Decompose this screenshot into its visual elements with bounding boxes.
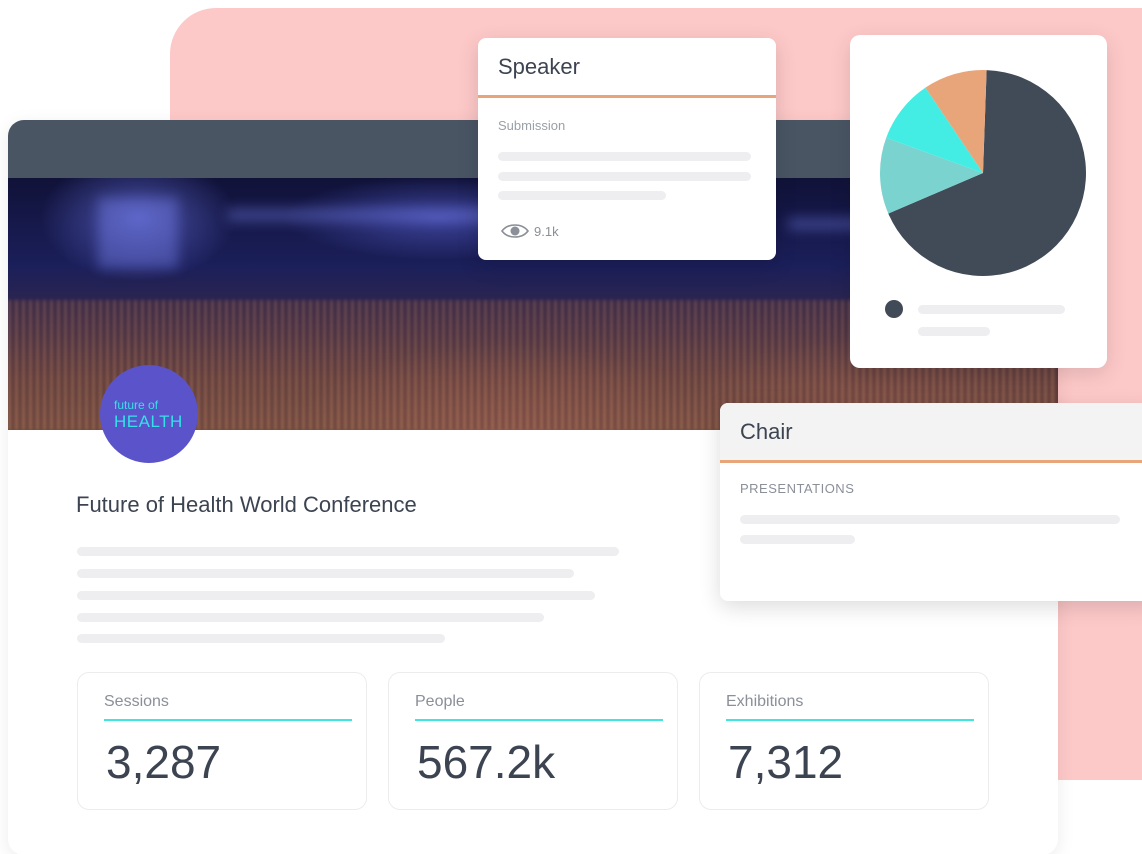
placeholder-line: [77, 613, 544, 622]
placeholder-line: [918, 327, 990, 336]
chair-card-subtitle: PRESENTATIONS: [740, 481, 855, 496]
placeholder-line: [77, 591, 595, 600]
placeholder-line: [740, 535, 855, 544]
pie-chart: [880, 70, 1086, 276]
stat-label: People: [415, 693, 465, 710]
views-count-text: 9.1k: [534, 223, 559, 239]
eye-icon: [500, 224, 530, 238]
placeholder-line: [918, 305, 1065, 314]
placeholder-line: [498, 191, 666, 200]
logo-big-text: HEALTH: [114, 411, 183, 431]
speaker-card[interactable]: Speaker Submission 9.1k: [478, 38, 776, 260]
logo-small-text: future of: [114, 397, 159, 412]
stat-card-people[interactable]: People 567.2k: [388, 672, 678, 810]
stat-value: 567.2k: [417, 736, 556, 788]
chair-card-title: Chair: [720, 403, 1142, 463]
views-count: 9.1k: [500, 222, 559, 240]
stat-value: 7,312: [728, 736, 844, 788]
chart-card: [850, 35, 1107, 368]
placeholder-line: [498, 172, 751, 181]
stat-divider: [415, 719, 663, 721]
legend-marker: [885, 300, 903, 318]
placeholder-line: [77, 547, 619, 556]
stat-card-exhibitions[interactable]: Exhibitions 7,312: [699, 672, 989, 810]
chair-card[interactable]: Chair PRESENTATIONS: [720, 403, 1142, 601]
event-title: Future of Health World Conference: [76, 492, 417, 517]
placeholder-line: [740, 515, 1120, 524]
stat-card-sessions[interactable]: Sessions 3,287: [77, 672, 367, 810]
speaker-card-subtitle: Submission: [498, 118, 566, 133]
event-logo: future of HEALTH: [100, 365, 198, 463]
stat-label: Sessions: [104, 693, 169, 710]
speaker-card-title: Speaker: [478, 38, 776, 98]
stat-divider: [104, 719, 352, 721]
stat-value: 3,287: [106, 736, 222, 788]
placeholder-line: [77, 569, 574, 578]
stat-label: Exhibitions: [726, 693, 804, 710]
placeholder-line: [498, 152, 751, 161]
placeholder-line: [77, 634, 445, 643]
stat-divider: [726, 719, 974, 721]
